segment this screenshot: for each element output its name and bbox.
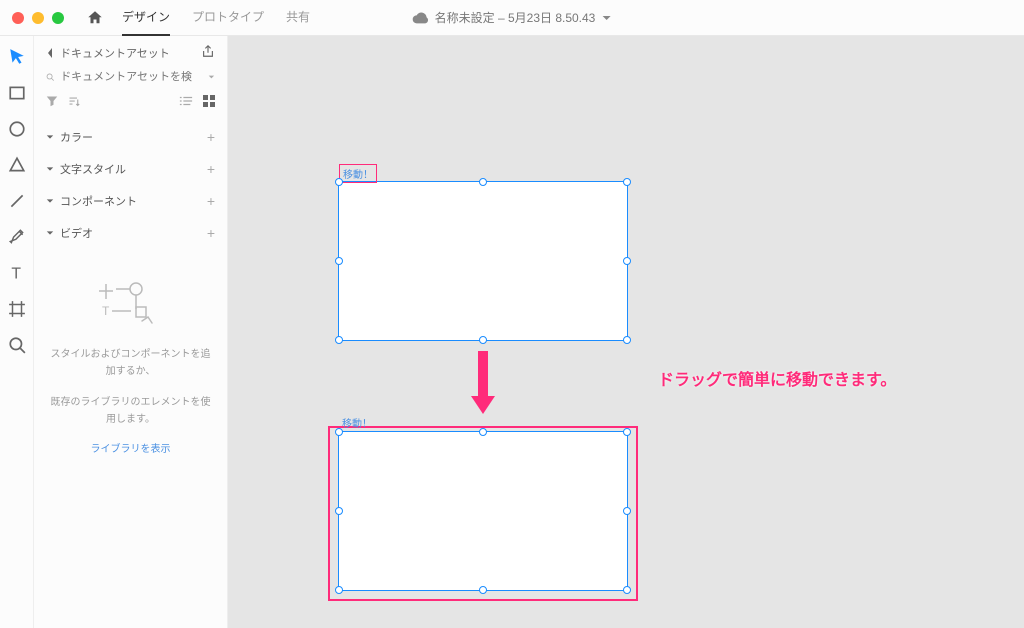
grid-view-icon[interactable] — [203, 95, 215, 107]
empty-state: T スタイルおよびコンポーネントを追加するか、 既存のライブラリのエレメントを使… — [46, 279, 215, 455]
annotation-arrow-head — [471, 396, 495, 414]
empty-state-icon: T — [96, 279, 166, 329]
list-view-icon[interactable] — [179, 95, 193, 107]
main-area: T ドキュメントアセット — [0, 36, 1024, 628]
tab-share[interactable]: 共有 — [286, 0, 310, 36]
tab-design[interactable]: デザイン — [122, 0, 170, 36]
section-label: カラー — [60, 129, 93, 145]
section-video[interactable]: ビデオ + — [46, 217, 215, 249]
chevron-down-icon — [46, 165, 54, 173]
add-color-button[interactable]: + — [207, 129, 215, 145]
filter-icon[interactable] — [46, 95, 58, 107]
add-video-button[interactable]: + — [207, 225, 215, 241]
add-component-button[interactable]: + — [207, 193, 215, 209]
artboard-1-label[interactable]: 移動！ — [339, 164, 377, 183]
search-icon — [46, 71, 54, 83]
empty-state-text-2: 既存のライブラリのエレメントを使用します。 — [46, 394, 215, 428]
home-button[interactable] — [86, 9, 104, 27]
maximize-window-button[interactable] — [52, 12, 64, 24]
document-title[interactable]: 名称未設定 – 5月23日 8.50.43 — [413, 9, 612, 26]
titlebar: デザイン プロトタイプ 共有 名称未設定 – 5月23日 8.50.43 — [0, 0, 1024, 36]
empty-state-text-1: スタイルおよびコンポーネントを追加するか、 — [46, 346, 215, 380]
minimize-window-button[interactable] — [32, 12, 44, 24]
svg-text:T: T — [102, 304, 110, 318]
chevron-down-icon — [46, 133, 54, 141]
filter-row — [46, 95, 215, 107]
text-tool[interactable]: T — [8, 264, 26, 282]
polygon-tool[interactable] — [8, 156, 26, 174]
close-window-button[interactable] — [12, 12, 24, 24]
search-input[interactable] — [60, 71, 202, 83]
section-label: ビデオ — [60, 225, 93, 241]
zoom-tool[interactable] — [8, 336, 26, 354]
tab-prototype[interactable]: プロトタイプ — [192, 0, 264, 36]
section-component[interactable]: コンポーネント + — [46, 185, 215, 217]
chevron-down-icon — [46, 197, 54, 205]
artboard-1[interactable]: 移動！ — [338, 181, 628, 341]
sort-icon[interactable] — [68, 95, 80, 107]
pen-tool[interactable] — [8, 228, 26, 246]
window-controls — [12, 12, 64, 24]
svg-text:T: T — [11, 266, 21, 282]
annotation-arrow — [478, 351, 488, 401]
artboard-2-label[interactable]: 移動！ — [339, 414, 375, 431]
rectangle-tool[interactable] — [8, 84, 26, 102]
section-label: コンポーネント — [60, 193, 137, 209]
panel-title: ドキュメントアセット — [60, 45, 170, 61]
ellipse-tool[interactable] — [8, 120, 26, 138]
chevron-left-icon — [46, 47, 54, 59]
add-textstyle-button[interactable]: + — [207, 161, 215, 177]
canvas[interactable]: 移動！ 移動！ ドラッグで簡単に移動できます。 — [228, 36, 1024, 628]
artboard-2[interactable]: 移動！ — [338, 431, 628, 591]
main-tabs: デザイン プロトタイプ 共有 — [122, 0, 310, 36]
artboard-tool[interactable] — [8, 300, 26, 318]
search-row — [46, 71, 215, 83]
share-icon[interactable] — [201, 44, 215, 61]
section-color[interactable]: カラー + — [46, 121, 215, 153]
select-tool[interactable] — [8, 48, 26, 66]
chevron-down-icon — [46, 229, 54, 237]
panel-back-button[interactable]: ドキュメントアセット — [46, 45, 170, 61]
library-link[interactable]: ライブラリを表示 — [46, 440, 215, 455]
chevron-down-icon — [601, 13, 611, 23]
line-tool[interactable] — [8, 192, 26, 210]
cloud-icon — [413, 12, 429, 24]
section-textstyle[interactable]: 文字スタイル + — [46, 153, 215, 185]
assets-panel: ドキュメントアセット カラー + 文字スタイル — [34, 36, 228, 628]
document-title-text: 名称未設定 – 5月23日 8.50.43 — [435, 9, 596, 26]
toolbar: T — [0, 36, 34, 628]
section-label: 文字スタイル — [60, 161, 126, 177]
chevron-down-icon[interactable] — [208, 72, 215, 82]
annotation-text: ドラッグで簡単に移動できます。 — [658, 366, 896, 390]
